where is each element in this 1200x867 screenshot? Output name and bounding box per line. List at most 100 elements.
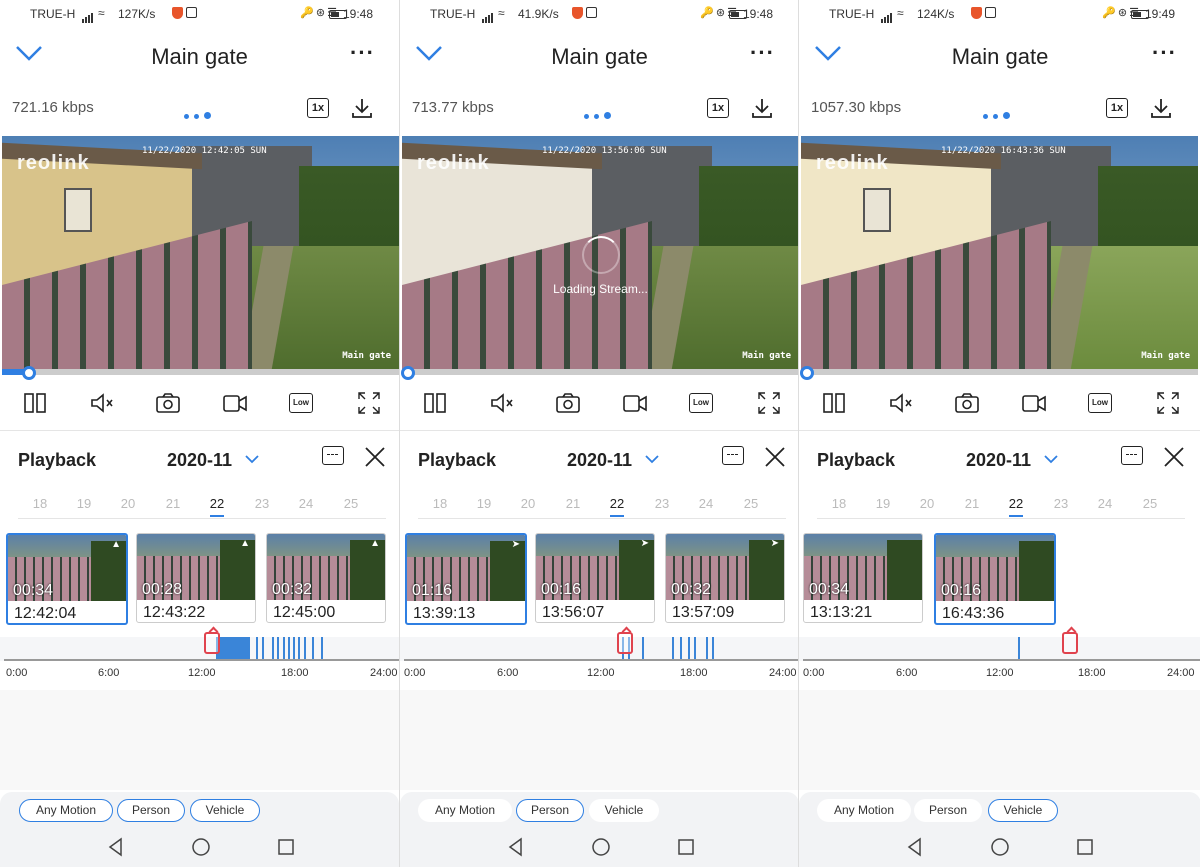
quality-low-button[interactable]: Low [1088,393,1112,413]
timeline[interactable] [400,637,799,661]
clip-card[interactable]: ➤ 00:16 13:56:07 [535,533,655,623]
day-item[interactable]: 25 [1135,496,1165,511]
clip-card[interactable]: ➤ 01:16 13:39:13 [405,533,527,625]
snapshot-camera-icon[interactable] [954,390,980,416]
subtitle-icon[interactable] [322,446,344,465]
mute-icon[interactable] [888,390,914,416]
day-item[interactable]: 23 [247,496,277,511]
recent-apps-icon[interactable] [1075,837,1095,857]
subtitle-icon[interactable] [1121,446,1143,465]
month-selector[interactable]: 2020-11 [567,450,632,471]
filter-person[interactable]: Person [117,799,185,822]
record-video-icon[interactable] [1021,390,1047,416]
video-player[interactable]: reolink 11/22/2020 13:56:06 SUN Main gat… [402,136,799,373]
clip-card[interactable]: 00:16 16:43:36 [934,533,1056,625]
day-item[interactable]: 21 [558,496,588,511]
day-item[interactable]: 23 [1046,496,1076,511]
filter-person[interactable]: Person [914,799,982,822]
fullscreen-icon[interactable] [756,390,782,416]
split-view-icon[interactable] [422,390,448,416]
filter-any-motion[interactable]: Any Motion [19,799,113,822]
clip-card[interactable]: ▲ 00:34 12:42:04 [6,533,128,625]
zoom-button[interactable]: 1x [307,98,329,118]
recent-apps-icon[interactable] [276,837,296,857]
fullscreen-icon[interactable] [1155,390,1181,416]
back-icon[interactable] [106,837,126,857]
day-item[interactable]: 25 [336,496,366,511]
more-options-icon[interactable]: ··· [1152,40,1177,66]
day-item[interactable]: 24 [1090,496,1120,511]
quality-low-button[interactable]: Low [689,393,713,413]
clip-card[interactable]: ➤ 00:32 13:57:09 [665,533,785,623]
day-item[interactable]: 18 [425,496,455,511]
home-icon[interactable] [191,837,211,857]
split-view-icon[interactable] [22,390,48,416]
day-item-selected[interactable]: 22 [202,496,232,517]
mute-icon[interactable] [89,390,115,416]
progress-handle[interactable] [22,366,36,380]
filter-person[interactable]: Person [516,799,584,822]
quality-low-button[interactable]: Low [289,393,313,413]
video-player[interactable]: reolink 11/22/2020 16:43:36 SUN Main gat… [801,136,1198,373]
progress-handle[interactable] [401,366,415,380]
subtitle-icon[interactable] [722,446,744,465]
filter-vehicle[interactable]: Vehicle [190,799,260,822]
timeline-marker[interactable] [617,632,633,654]
close-icon[interactable] [1162,445,1186,469]
day-item[interactable]: 20 [912,496,942,511]
close-icon[interactable] [363,445,387,469]
snapshot-camera-icon[interactable] [555,390,581,416]
day-item[interactable]: 21 [158,496,188,511]
back-icon[interactable] [506,837,526,857]
zoom-button[interactable]: 1x [1106,98,1128,118]
more-options-icon[interactable]: ··· [750,40,775,66]
timeline[interactable] [799,637,1200,661]
day-item[interactable]: 20 [113,496,143,511]
day-item-selected[interactable]: 22 [602,496,632,517]
day-item[interactable]: 23 [647,496,677,511]
record-video-icon[interactable] [222,390,248,416]
more-options-icon[interactable]: ··· [350,40,375,66]
day-item[interactable]: 19 [868,496,898,511]
clip-card[interactable]: ▲ 00:28 12:43:22 [136,533,256,623]
clip-card[interactable]: ▲ 00:32 12:45:00 [266,533,386,623]
day-item[interactable]: 20 [513,496,543,511]
timeline[interactable] [0,637,399,661]
split-view-icon[interactable] [821,390,847,416]
day-item[interactable]: 18 [824,496,854,511]
snapshot-camera-icon[interactable] [155,390,181,416]
clip-card[interactable]: 00:34 13:13:21 [803,533,923,623]
day-item[interactable]: 19 [69,496,99,511]
day-item[interactable]: 19 [469,496,499,511]
month-selector[interactable]: 2020-11 [167,450,232,471]
download-icon[interactable] [750,96,774,120]
zoom-button[interactable]: 1x [707,98,729,118]
filter-any-motion[interactable]: Any Motion [817,799,911,822]
filter-vehicle[interactable]: Vehicle [589,799,659,822]
progress-handle[interactable] [800,366,814,380]
day-item-selected[interactable]: 22 [1001,496,1031,517]
home-icon[interactable] [990,837,1010,857]
close-icon[interactable] [763,445,787,469]
playback-progress-bar[interactable] [2,369,399,375]
filter-vehicle[interactable]: Vehicle [988,799,1058,822]
day-item[interactable]: 25 [736,496,766,511]
home-icon[interactable] [591,837,611,857]
day-item[interactable]: 18 [25,496,55,511]
timeline-marker[interactable] [1062,632,1078,654]
timeline-marker[interactable] [204,632,220,654]
video-player[interactable]: reolink 11/22/2020 12:42:05 SUN Main gat… [2,136,399,373]
fullscreen-icon[interactable] [356,390,382,416]
download-icon[interactable] [1149,96,1173,120]
chevron-down-icon[interactable] [644,453,660,465]
recent-apps-icon[interactable] [676,837,696,857]
download-icon[interactable] [350,96,374,120]
chevron-down-icon[interactable] [244,453,260,465]
back-icon[interactable] [905,837,925,857]
day-item[interactable]: 24 [691,496,721,511]
month-selector[interactable]: 2020-11 [966,450,1031,471]
record-video-icon[interactable] [622,390,648,416]
day-item[interactable]: 21 [957,496,987,511]
playback-progress-bar[interactable] [801,369,1198,375]
playback-progress-bar[interactable] [402,369,799,375]
